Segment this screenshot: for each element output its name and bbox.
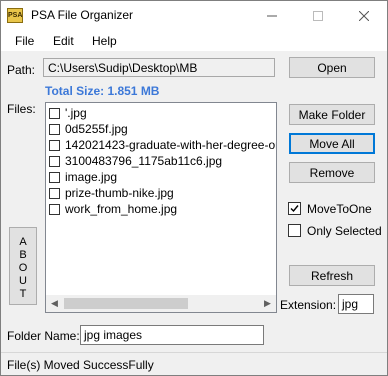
move-to-one-checkbox[interactable]	[288, 202, 301, 215]
item-checkbox[interactable]	[49, 124, 60, 135]
list-item[interactable]: prize-thumb-nike.jpg	[49, 186, 174, 201]
close-icon	[359, 11, 369, 21]
refresh-button[interactable]: Refresh	[289, 265, 375, 286]
only-selected-checkbox[interactable]	[288, 224, 301, 237]
extension-input[interactable]: jpg	[338, 294, 374, 314]
menu-help[interactable]: Help	[92, 34, 117, 48]
folder-name-input[interactable]: jpg images	[80, 325, 264, 345]
only-selected-label: Only Selected	[307, 224, 382, 238]
maximize-button[interactable]	[295, 1, 341, 31]
checkmark-icon	[290, 205, 299, 213]
item-label: 0d5255f.jpg	[65, 122, 128, 136]
list-item[interactable]: work_from_home.jpg	[49, 202, 177, 217]
remove-button[interactable]: Remove	[289, 162, 375, 183]
path-field[interactable]: C:\Users\Sudip\Desktop\MB	[43, 58, 275, 77]
item-checkbox[interactable]	[49, 140, 60, 151]
horizontal-scrollbar[interactable]: ◀ ▶	[46, 295, 276, 312]
item-label: '.jpg	[65, 106, 87, 120]
app-logo-text: PSA	[8, 12, 23, 19]
item-checkbox[interactable]	[49, 108, 60, 119]
list-item[interactable]: 0d5255f.jpg	[49, 122, 128, 137]
path-label: Path:	[7, 63, 36, 77]
folder-name-label: Folder Name:	[7, 329, 80, 343]
item-label: prize-thumb-nike.jpg	[65, 186, 174, 200]
about-letter: O	[18, 262, 28, 274]
about-letter: T	[19, 288, 27, 300]
minimize-button[interactable]	[249, 1, 295, 31]
total-size-label: Total Size: 1.851 MB	[45, 84, 160, 98]
maximize-icon	[313, 11, 323, 21]
about-letter: U	[19, 275, 27, 287]
about-letter: B	[19, 249, 27, 261]
app-window: PSA PSA File Organizer File Edit Help Pa…	[0, 0, 388, 376]
about-button[interactable]: A B O U T	[9, 227, 37, 305]
menu-file[interactable]: File	[15, 34, 34, 48]
list-item[interactable]: '.jpg	[49, 106, 87, 121]
scroll-left-icon[interactable]: ◀	[46, 295, 63, 312]
open-button[interactable]: Open	[289, 57, 375, 78]
about-letter: A	[19, 236, 27, 248]
list-item[interactable]: 142021423-graduate-with-her-degree-on-ca	[49, 138, 277, 153]
list-item[interactable]: 3100483796_1175ab11c6.jpg	[49, 154, 222, 169]
make-folder-button[interactable]: Make Folder	[289, 104, 375, 125]
minimize-icon	[267, 15, 277, 17]
app-logo-icon: PSA	[7, 8, 23, 23]
extension-label: Extension:	[280, 298, 337, 312]
item-checkbox[interactable]	[49, 172, 60, 183]
item-label: image.jpg	[65, 170, 118, 184]
scroll-right-icon[interactable]: ▶	[259, 295, 276, 312]
menu-edit[interactable]: Edit	[53, 34, 74, 48]
scroll-thumb[interactable]	[64, 298, 188, 309]
move-all-button[interactable]: Move All	[289, 133, 375, 154]
menu-bar: File Edit Help	[1, 31, 387, 51]
title-bar: PSA PSA File Organizer	[1, 1, 387, 31]
status-bar: File(s) Moved SuccessFully	[1, 352, 387, 375]
files-listbox[interactable]: '.jpg 0d5255f.jpg 142021423-graduate-wit…	[45, 102, 277, 313]
item-label: work_from_home.jpg	[65, 202, 178, 216]
item-checkbox[interactable]	[49, 188, 60, 199]
list-item[interactable]: image.jpg	[49, 170, 117, 185]
status-text: File(s) Moved SuccessFully	[7, 358, 154, 372]
move-to-one-label: MoveToOne	[307, 202, 372, 216]
item-checkbox[interactable]	[49, 156, 60, 167]
close-button[interactable]	[341, 1, 387, 31]
files-label: Files:	[7, 102, 36, 116]
item-checkbox[interactable]	[49, 204, 60, 215]
window-title: PSA File Organizer	[31, 8, 134, 22]
item-label: 3100483796_1175ab11c6.jpg	[65, 154, 223, 168]
item-label: 142021423-graduate-with-her-degree-on-ca	[65, 138, 277, 152]
